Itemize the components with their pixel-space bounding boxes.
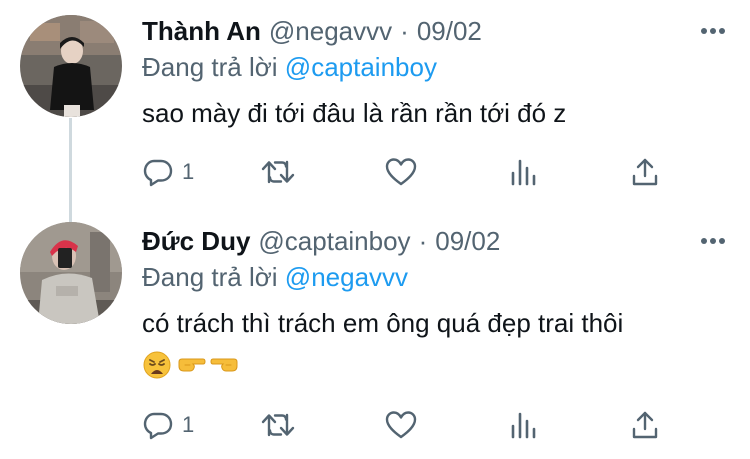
user-handle[interactable]: @captainboy <box>258 224 410 258</box>
tweet-date[interactable]: 09/02 <box>435 224 500 258</box>
mention-link[interactable]: @negavvv <box>285 262 408 292</box>
share-button[interactable] <box>630 156 660 188</box>
user-handle[interactable]: @negavvv <box>269 14 392 48</box>
backhand-index-pointing-left-emoji <box>210 350 240 380</box>
share-icon <box>630 156 660 188</box>
retweet-button[interactable] <box>260 409 296 441</box>
tweet-emojis <box>142 348 730 382</box>
replying-to: Đang trả lời @captainboy <box>142 50 730 84</box>
reply-button[interactable]: 1 <box>142 409 194 441</box>
tweet[interactable]: Thành An @negavvv · 09/02 Đang trả lời @… <box>0 0 750 212</box>
like-button[interactable] <box>384 409 418 441</box>
tweet-actions: 1 <box>142 405 662 445</box>
display-name[interactable]: Đức Duy <box>142 224 250 258</box>
replying-to-label: Đang trả lời <box>142 262 278 292</box>
tweet-content: Thành An @negavvv · 09/02 Đang trả lời @… <box>142 14 730 130</box>
retweet-button[interactable] <box>260 156 296 188</box>
tweet-header: Đức Duy @captainboy · 09/02 <box>142 224 730 258</box>
display-name[interactable]: Thành An <box>142 14 261 48</box>
backhand-index-pointing-right-emoji <box>176 350 206 380</box>
analytics-button[interactable] <box>508 409 538 441</box>
share-button[interactable] <box>630 409 660 441</box>
analytics-icon <box>508 409 538 441</box>
analytics-icon <box>508 156 538 188</box>
analytics-button[interactable] <box>508 156 538 188</box>
reply-button[interactable]: 1 <box>142 156 194 188</box>
replying-to-label: Đang trả lời <box>142 52 278 82</box>
tweet-header: Thành An @negavvv · 09/02 <box>142 14 730 48</box>
reply-icon <box>142 156 174 188</box>
reply-icon <box>142 409 174 441</box>
separator-dot: · <box>418 226 428 256</box>
retweet-icon <box>260 409 296 441</box>
avatar[interactable] <box>20 222 122 324</box>
like-icon <box>384 156 418 188</box>
tweet-text: có trách thì trách em ông quá đẹp trai t… <box>142 308 624 338</box>
tweet[interactable]: Đức Duy @captainboy · 09/02 Đang trả lời… <box>0 212 750 459</box>
reply-count: 1 <box>182 412 195 437</box>
mention-link[interactable]: @captainboy <box>285 52 437 82</box>
tweet-text: sao mày đi tới đâu là rần rần tới đó z <box>142 98 567 128</box>
more-icon[interactable] <box>696 228 730 254</box>
weary-face-emoji <box>142 350 172 380</box>
retweet-icon <box>260 156 296 188</box>
like-icon <box>384 409 418 441</box>
like-button[interactable] <box>384 156 418 188</box>
tweet-actions: 1 <box>142 152 662 192</box>
reply-count: 1 <box>182 159 195 184</box>
tweet-date[interactable]: 09/02 <box>417 14 482 48</box>
more-icon[interactable] <box>696 18 730 44</box>
tweet-content: Đức Duy @captainboy · 09/02 Đang trả lời… <box>142 224 730 382</box>
replying-to: Đang trả lời @negavvv <box>142 260 730 294</box>
share-icon <box>630 409 660 441</box>
avatar[interactable] <box>20 15 122 117</box>
separator-dot: · <box>400 16 409 46</box>
